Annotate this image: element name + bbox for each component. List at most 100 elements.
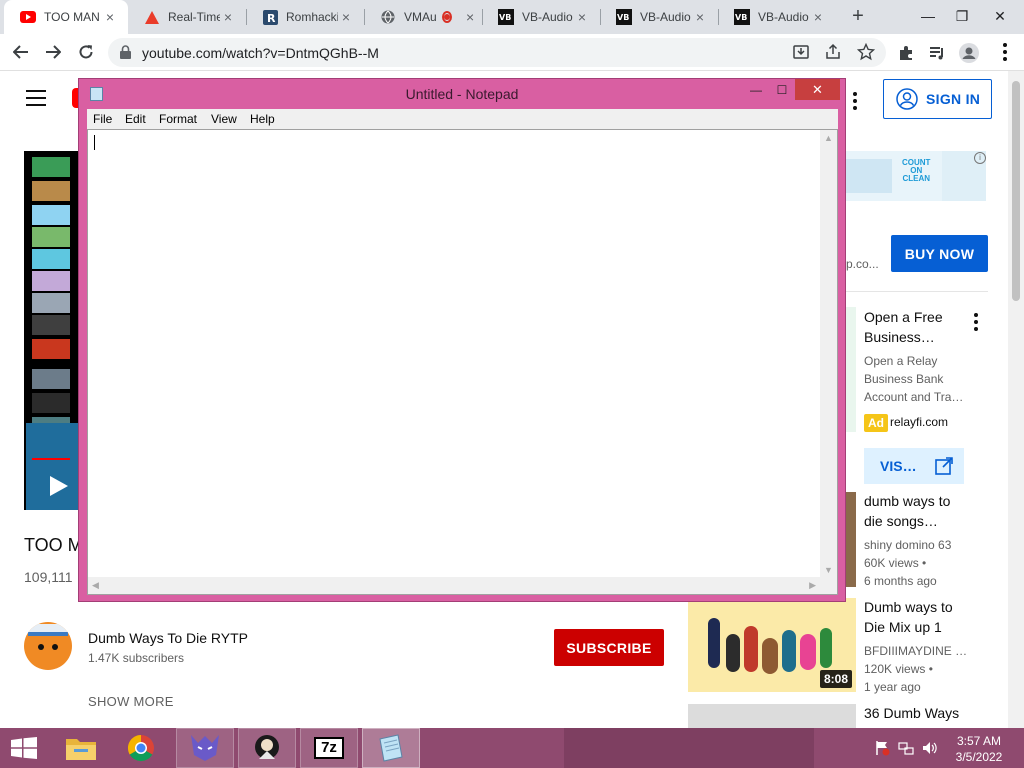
address-bar[interactable]: youtube.com/watch?v=DntmQGhB--M [108, 38, 886, 67]
tab-close-icon[interactable]: × [574, 9, 590, 25]
video-frame [32, 393, 70, 413]
tab-vmau[interactable]: VMAu × [364, 0, 482, 34]
sponsored-more-icon[interactable] [974, 313, 978, 334]
scrollbar-thumb[interactable] [1012, 81, 1020, 301]
menu-help[interactable]: Help [250, 112, 275, 126]
video-thumbnail[interactable] [688, 704, 856, 728]
back-button[interactable] [9, 40, 33, 64]
yt-settings-menu-icon[interactable] [853, 92, 857, 113]
vertical-scrollbar[interactable]: ▲ ▼ [820, 130, 837, 578]
reload-button[interactable] [74, 40, 98, 64]
notepad-close-button[interactable]: ✕ [795, 79, 840, 100]
video-frame [32, 249, 70, 269]
rec-video-title[interactable]: dumb ways to die songs… [864, 491, 974, 531]
taskbar-game-app[interactable] [176, 728, 234, 768]
ad-banner[interactable]: COUNT ON CLEAN [846, 151, 986, 201]
sponsored-thumbnail[interactable] [846, 307, 856, 432]
page-scrollbar[interactable] [1008, 71, 1024, 728]
video-thumbnail[interactable]: 8:08 [688, 598, 856, 692]
taskbar-avatar-app[interactable] [238, 728, 296, 768]
rec-video-meta: shiny domino 63 60K views • 6 months ago [864, 538, 952, 588]
channel-name[interactable]: Dumb Ways To Die RYTP [88, 630, 248, 646]
tab-close-icon[interactable]: × [466, 9, 474, 25]
account-circle-icon [896, 88, 918, 110]
install-app-icon[interactable] [792, 43, 810, 61]
notepad-minimize-button[interactable]: — [743, 79, 769, 100]
share-icon[interactable] [824, 43, 842, 61]
start-button[interactable] [0, 728, 48, 768]
reload-icon [79, 45, 93, 59]
taskbar-hidden-window[interactable] [564, 728, 814, 768]
show-more-button[interactable]: SHOW MORE [88, 694, 174, 709]
external-link-icon [934, 457, 953, 475]
notepad-text-area[interactable]: ▲ ▼ ◀ ▶ [87, 129, 838, 595]
rec-video-title[interactable]: Dumb ways to Die Mix up 1 [864, 597, 974, 637]
taskbar-notepad[interactable] [362, 728, 420, 768]
menu-file[interactable]: File [93, 112, 112, 126]
scroll-down-icon[interactable]: ▼ [824, 565, 833, 575]
warning-triangle-icon [144, 9, 160, 25]
tab-vb-audio-3[interactable]: VB VB-Audio × [718, 0, 836, 34]
forward-button[interactable] [41, 40, 65, 64]
scroll-up-icon[interactable]: ▲ [824, 133, 833, 143]
chrome-icon [127, 734, 154, 762]
new-tab-button[interactable]: + [848, 6, 868, 26]
media-control-icon[interactable] [926, 42, 948, 64]
menu-edit[interactable]: Edit [125, 112, 146, 126]
tab-close-icon[interactable]: × [102, 9, 118, 25]
video-player[interactable] [24, 151, 82, 510]
ad-info-icon[interactable]: i [974, 152, 986, 164]
subscribe-button[interactable]: SUBSCRIBE [554, 629, 664, 666]
tab-realtime[interactable]: Real-Time × [128, 0, 246, 34]
vb-audio-icon: VB [734, 9, 750, 25]
menu-view[interactable]: View [211, 112, 237, 126]
sign-in-button[interactable]: SIGN IN [883, 79, 992, 119]
sponsored-title[interactable]: Open a Free Business… [864, 307, 974, 347]
taskbar-chrome[interactable] [112, 728, 170, 768]
tab-vb-audio-1[interactable]: VB VB-Audio × [482, 0, 600, 34]
bookmark-star-icon[interactable] [857, 43, 875, 61]
scroll-right-icon[interactable]: ▶ [809, 580, 816, 591]
divider [846, 291, 988, 292]
browser-menu-icon[interactable] [994, 42, 1016, 64]
browser-close-button[interactable]: ✕ [984, 0, 1016, 34]
hamburger-menu-icon[interactable] [26, 90, 46, 111]
tab-youtube[interactable]: TOO MAN × [4, 0, 128, 34]
7zip-icon: 7z [314, 737, 344, 759]
profile-avatar-icon[interactable] [958, 42, 980, 64]
vb-audio-icon: VB [616, 9, 632, 25]
tab-close-icon[interactable]: × [810, 9, 826, 25]
notepad-maximize-button[interactable]: ☐ [769, 79, 795, 100]
scroll-left-icon[interactable]: ◀ [92, 580, 99, 591]
play-icon[interactable] [50, 476, 68, 496]
horizontal-scrollbar[interactable]: ◀ ▶ [88, 577, 820, 594]
sponsored-domain: relayfi.com [890, 415, 949, 429]
volume-icon[interactable] [922, 740, 938, 756]
browser-restore-button[interactable]: ❐ [946, 0, 978, 34]
tab-close-icon[interactable]: × [220, 9, 236, 25]
notepad-menubar: File Edit Format View Help [87, 109, 838, 129]
system-clock[interactable]: 3:57 AM 3/5/2022 [948, 733, 1010, 765]
channel-avatar[interactable] [24, 622, 72, 670]
tab-vb-audio-2[interactable]: VB VB-Audio × [600, 0, 718, 34]
buy-now-button[interactable]: BUY NOW [891, 235, 988, 272]
notepad-titlebar[interactable]: Untitled - Notepad — ☐ ✕ [79, 79, 845, 109]
tab-title: TOO MAN [44, 10, 100, 24]
rec-video-title[interactable]: 36 Dumb Ways [864, 703, 994, 723]
network-icon[interactable] [898, 740, 914, 756]
taskbar-file-explorer[interactable] [52, 728, 110, 768]
tab-close-icon[interactable]: × [338, 9, 354, 25]
resize-grip[interactable] [820, 577, 837, 594]
menu-format[interactable]: Format [159, 112, 197, 126]
youtube-icon [20, 9, 36, 25]
extensions-icon[interactable] [895, 42, 917, 64]
browser-minimize-button[interactable]: — [912, 0, 944, 34]
lock-icon [120, 45, 131, 59]
action-center-flag-icon[interactable] [874, 740, 890, 756]
progress-bar[interactable] [32, 458, 70, 460]
taskbar-7zip[interactable]: 7z [300, 728, 358, 768]
visit-site-button[interactable]: VIS… [864, 448, 964, 484]
video-thumbnail[interactable] [846, 492, 856, 587]
tab-romhacking[interactable]: R Romhacki × [246, 0, 364, 34]
tab-close-icon[interactable]: × [692, 9, 708, 25]
